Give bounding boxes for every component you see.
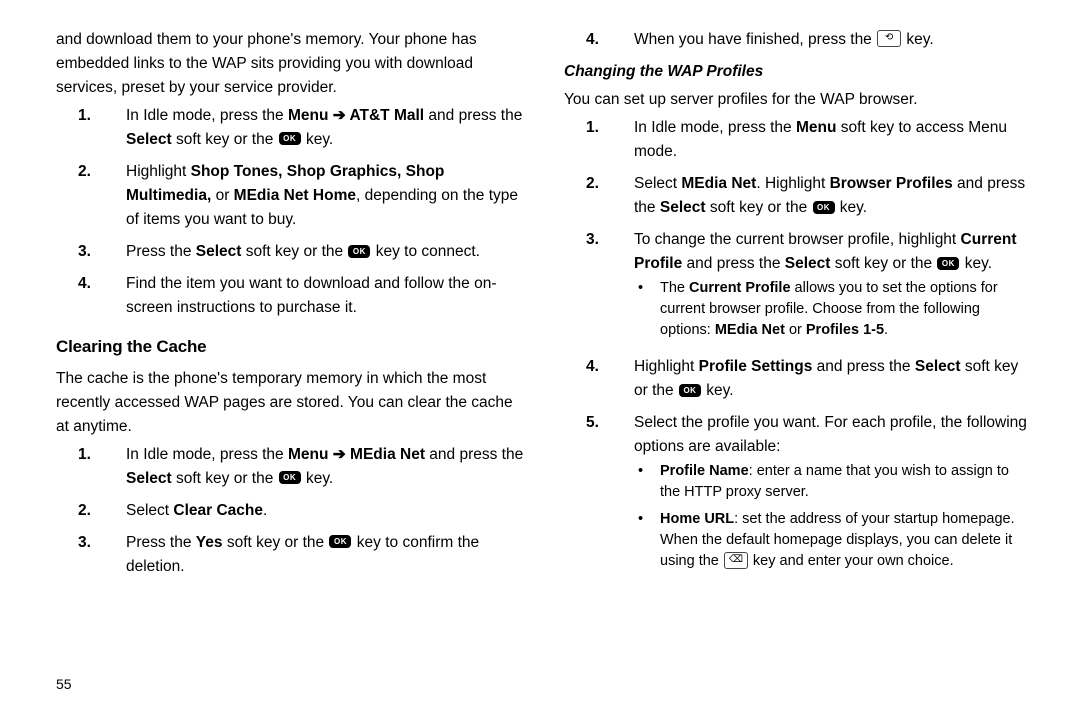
step-body: In Idle mode, press the Menu soft key to…	[634, 116, 1032, 164]
left-column: and download them to your phone's memory…	[56, 28, 524, 700]
step-number: 2.	[564, 172, 634, 220]
step-body: Select Clear Cache.	[126, 499, 524, 523]
step-number: 3.	[56, 531, 126, 579]
step-number: 2.	[56, 499, 126, 523]
finish-step-item: 4.When you have finished, press the ⟲ ke…	[564, 28, 1032, 52]
step-body: Highlight Shop Tones, Shop Graphics, Sho…	[126, 160, 524, 232]
cache-steps: 1.In Idle mode, press the Menu ➔ MEdia N…	[56, 443, 524, 579]
bullet-text: The Current Profile allows you to set th…	[660, 278, 1032, 341]
step-body: To change the current browser profile, h…	[634, 228, 1032, 347]
download-step-item: 1.In Idle mode, press the Menu ➔ AT&T Ma…	[56, 104, 524, 152]
cache-step-item: 1.In Idle mode, press the Menu ➔ MEdia N…	[56, 443, 524, 491]
step-number: 3.	[56, 240, 126, 264]
step-number: 5.	[564, 411, 634, 578]
wap-step-item: 4.Highlight Profile Settings and press t…	[564, 355, 1032, 403]
step-number: 1.	[56, 443, 126, 491]
heading-clearing-cache: Clearing the Cache	[56, 334, 524, 360]
wap-steps: 1.In Idle mode, press the Menu soft key …	[564, 116, 1032, 578]
wap-step-item: 3.To change the current browser profile,…	[564, 228, 1032, 347]
manual-page: and download them to your phone's memory…	[0, 0, 1080, 720]
step-number: 4.	[564, 355, 634, 403]
step-body: Press the Yes soft key or the OK key to …	[126, 531, 524, 579]
cache-step-item: 3.Press the Yes soft key or the OK key t…	[56, 531, 524, 579]
intro-paragraph: and download them to your phone's memory…	[56, 28, 524, 100]
bullet-item: •Home URL: set the address of your start…	[634, 509, 1032, 572]
download-step-item: 3.Press the Select soft key or the OK ke…	[56, 240, 524, 264]
wap-step-item: 1.In Idle mode, press the Menu soft key …	[564, 116, 1032, 164]
wap-intro: You can set up server profiles for the W…	[564, 88, 1032, 112]
bullet-dot: •	[634, 461, 660, 503]
sub-bullets: •The Current Profile allows you to set t…	[634, 278, 1032, 341]
cache-step-item: 2.Select Clear Cache.	[56, 499, 524, 523]
sub-bullets: •Profile Name: enter a name that you wis…	[634, 461, 1032, 572]
step-number: 3.	[564, 228, 634, 347]
step-number: 4.	[56, 272, 126, 320]
page-number: 55	[56, 674, 72, 696]
bullet-item: •Profile Name: enter a name that you wis…	[634, 461, 1032, 503]
step-body: Select MEdia Net. Highlight Browser Prof…	[634, 172, 1032, 220]
finish-step: 4.When you have finished, press the ⟲ ke…	[564, 28, 1032, 52]
wap-step-item: 2.Select MEdia Net. Highlight Browser Pr…	[564, 172, 1032, 220]
step-body: In Idle mode, press the Menu ➔ MEdia Net…	[126, 443, 524, 491]
bullet-dot: •	[634, 278, 660, 341]
step-number: 1.	[564, 116, 634, 164]
step-body: Press the Select soft key or the OK key …	[126, 240, 524, 264]
heading-wap-profiles: Changing the WAP Profiles	[564, 60, 1032, 84]
step-number: 1.	[56, 104, 126, 152]
step-body: When you have finished, press the ⟲ key.	[634, 28, 1032, 52]
download-step-item: 2.Highlight Shop Tones, Shop Graphics, S…	[56, 160, 524, 232]
step-body: Highlight Profile Settings and press the…	[634, 355, 1032, 403]
step-number: 2.	[56, 160, 126, 232]
bullet-text: Profile Name: enter a name that you wish…	[660, 461, 1032, 503]
cache-intro: The cache is the phone's temporary memor…	[56, 367, 524, 439]
step-body: Find the item you want to download and f…	[126, 272, 524, 320]
download-step-item: 4.Find the item you want to download and…	[56, 272, 524, 320]
bullet-dot: •	[634, 509, 660, 572]
bullet-text: Home URL: set the address of your startu…	[660, 509, 1032, 572]
right-column: 4.When you have finished, press the ⟲ ke…	[564, 28, 1032, 700]
bullet-item: •The Current Profile allows you to set t…	[634, 278, 1032, 341]
wap-step-item: 5.Select the profile you want. For each …	[564, 411, 1032, 578]
step-body: Select the profile you want. For each pr…	[634, 411, 1032, 578]
step-number: 4.	[564, 28, 634, 52]
step-body: In Idle mode, press the Menu ➔ AT&T Mall…	[126, 104, 524, 152]
download-steps: 1.In Idle mode, press the Menu ➔ AT&T Ma…	[56, 104, 524, 320]
